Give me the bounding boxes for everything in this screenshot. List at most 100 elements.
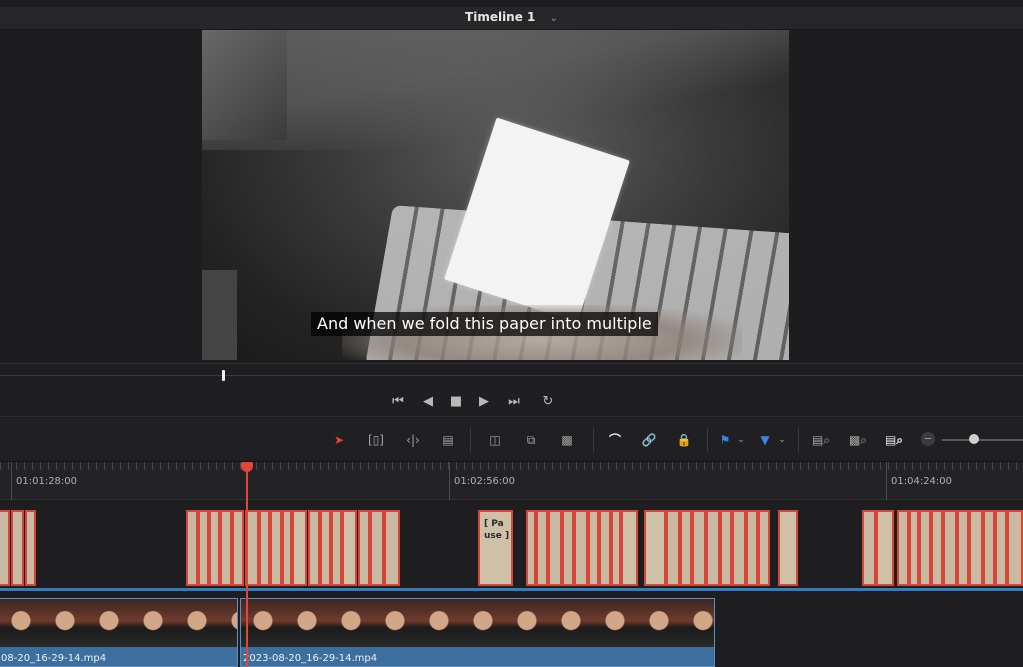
chevron-down-icon[interactable]: ⌄ [776,430,788,450]
subtitle-clip[interactable] [919,510,931,586]
dynamic-trim-icon[interactable]: ‹|› [399,430,427,450]
subtitle-clip[interactable] [282,510,292,586]
subtitle-clip[interactable] [384,510,400,586]
zoom-custom-icon[interactable]: ▤⌕ [880,430,908,450]
subtitle-clip[interactable] [732,510,746,586]
video-clip-name: 08-20_16-29-14.mp4 [1,653,107,664]
subtitle-clip[interactable] [666,510,680,586]
ruler-major-tick [449,462,450,500]
subtitle-clip[interactable] [0,510,10,586]
chevron-down-icon[interactable]: ⌄ [550,13,558,24]
subtitle-clip[interactable] [342,510,357,586]
subtitle-clip[interactable] [1007,510,1023,586]
edit-toolbar: ➤ [▯] ‹|› ▤ ◫ ⧉ ▩ ⌒ 🔗 🔒 ⚑ ⌄ ▼ ⌄ ▤⌕ ▩⌕ ▤⌕… [0,418,1023,462]
selection-pointer-icon[interactable]: ➤ [330,430,348,450]
subtitle-clip[interactable] [644,510,666,586]
timeline-selector[interactable]: Timeline 1 ⌄ [0,10,1023,24]
timeline-tracks: [ Pa use ] 08-20_16-29-14.mp4 2023-08-20… [0,500,1023,667]
frame-poster-region [202,30,287,140]
subtitle-clip[interactable] [957,510,969,586]
zoom-slider[interactable] [942,439,1023,441]
blade-icon[interactable]: ▤ [436,430,460,450]
subtitle-clip[interactable] [746,510,758,586]
subtitle-clip[interactable] [588,510,599,586]
subtitle-clip[interactable] [25,510,36,586]
ruler-major-tick [886,462,887,500]
subtitle-clip[interactable] [611,510,621,586]
subtitle-clip[interactable] [720,510,732,586]
subtitle-clip[interactable] [943,510,957,586]
zoom-full-icon[interactable]: ▤⌕ [808,430,834,450]
trim-edit-icon[interactable]: [▯] [362,430,390,450]
ruler-timecode: 01:04:24:00 [891,476,953,487]
subtitle-clip[interactable] [778,510,798,586]
zoom-detail-icon[interactable]: ▩⌕ [845,430,871,450]
subtitle-clip[interactable] [331,510,342,586]
linked-selection-icon[interactable]: 🔗 [638,430,660,450]
loop-icon[interactable]: ↻ [537,392,559,412]
zoom-out-icon[interactable]: − [921,432,935,446]
play-reverse-icon[interactable]: ◀ [417,392,439,412]
snapping-icon[interactable]: ⌒ [604,430,626,450]
subtitle-clip[interactable] [536,510,548,586]
insert-clip-icon[interactable]: ◫ [481,430,509,450]
toolbar-separator [707,428,708,452]
subtitle-clip-pause[interactable]: [ Pa use ] [478,510,513,586]
subtitle-clip[interactable] [198,510,209,586]
overwrite-clip-icon[interactable]: ⧉ [518,430,544,450]
scrubber-track [0,375,1023,376]
clip-thumbnails [241,599,714,647]
subtitle-clip[interactable] [270,510,282,586]
subtitle-clip[interactable] [259,510,270,586]
timeline-ruler[interactable]: 01:01:28:00 01:02:56:00 01:04:24:00 [0,462,1023,500]
flag-icon[interactable]: ⚑ [717,430,733,450]
subtitle-clip[interactable] [320,510,331,586]
marker-icon[interactable]: ▼ [757,430,773,450]
stop-icon[interactable]: ■ [445,392,467,412]
pause-clip-label: [ Pa use ] [484,519,510,541]
scrubber-playhead[interactable] [222,370,225,381]
toolbar-separator [798,428,799,452]
subtitle-clip[interactable] [358,510,370,586]
position-lock-icon[interactable]: 🔒 [673,430,695,450]
viewer-scrubber[interactable] [0,363,1023,387]
subtitle-clip[interactable] [969,510,983,586]
subtitle-clip[interactable] [983,510,995,586]
subtitle-clip[interactable] [574,510,588,586]
subtitle-clip[interactable] [526,510,536,586]
play-icon[interactable]: ▶ [473,392,495,412]
subtitle-clip[interactable] [909,510,919,586]
subtitle-clip[interactable] [599,510,611,586]
subtitle-track: [ Pa use ] [0,500,1023,588]
subtitle-clip[interactable] [232,510,244,586]
skip-to-end-icon[interactable]: ⏭ [503,392,525,412]
subtitle-clip[interactable] [292,510,307,586]
chevron-down-icon[interactable]: ⌄ [735,430,747,450]
zoom-slider-handle[interactable] [969,434,979,444]
replace-clip-icon[interactable]: ▩ [553,430,581,450]
video-clip[interactable]: 2023-08-20_16-29-14.mp4 [240,598,715,667]
subtitle-clip[interactable] [680,510,692,586]
subtitle-clip[interactable] [995,510,1007,586]
subtitle-clip[interactable] [308,510,320,586]
subtitle-clip[interactable] [692,510,706,586]
skip-to-start-icon[interactable]: ⏮ [387,392,409,412]
subtitle-clip[interactable] [758,510,770,586]
subtitle-clip[interactable] [897,510,909,586]
subtitle-clip[interactable] [706,510,720,586]
video-clip[interactable]: 08-20_16-29-14.mp4 [0,598,238,667]
subtitle-clip[interactable] [862,510,876,586]
subtitle-clip[interactable] [621,510,638,586]
frame-pad-region [202,270,237,360]
subtitle-clip[interactable] [562,510,574,586]
subtitle-clip[interactable] [370,510,384,586]
subtitle-clip[interactable] [931,510,943,586]
subtitle-clip[interactable] [186,510,198,586]
subtitle-clip[interactable] [548,510,562,586]
subtitle-clip[interactable] [209,510,220,586]
subtitle-clip[interactable] [220,510,232,586]
subtitle-clip[interactable] [11,510,24,586]
subtitle-clip[interactable] [876,510,894,586]
clip-thumbnails [0,599,237,647]
timeline-playhead[interactable] [246,466,248,667]
